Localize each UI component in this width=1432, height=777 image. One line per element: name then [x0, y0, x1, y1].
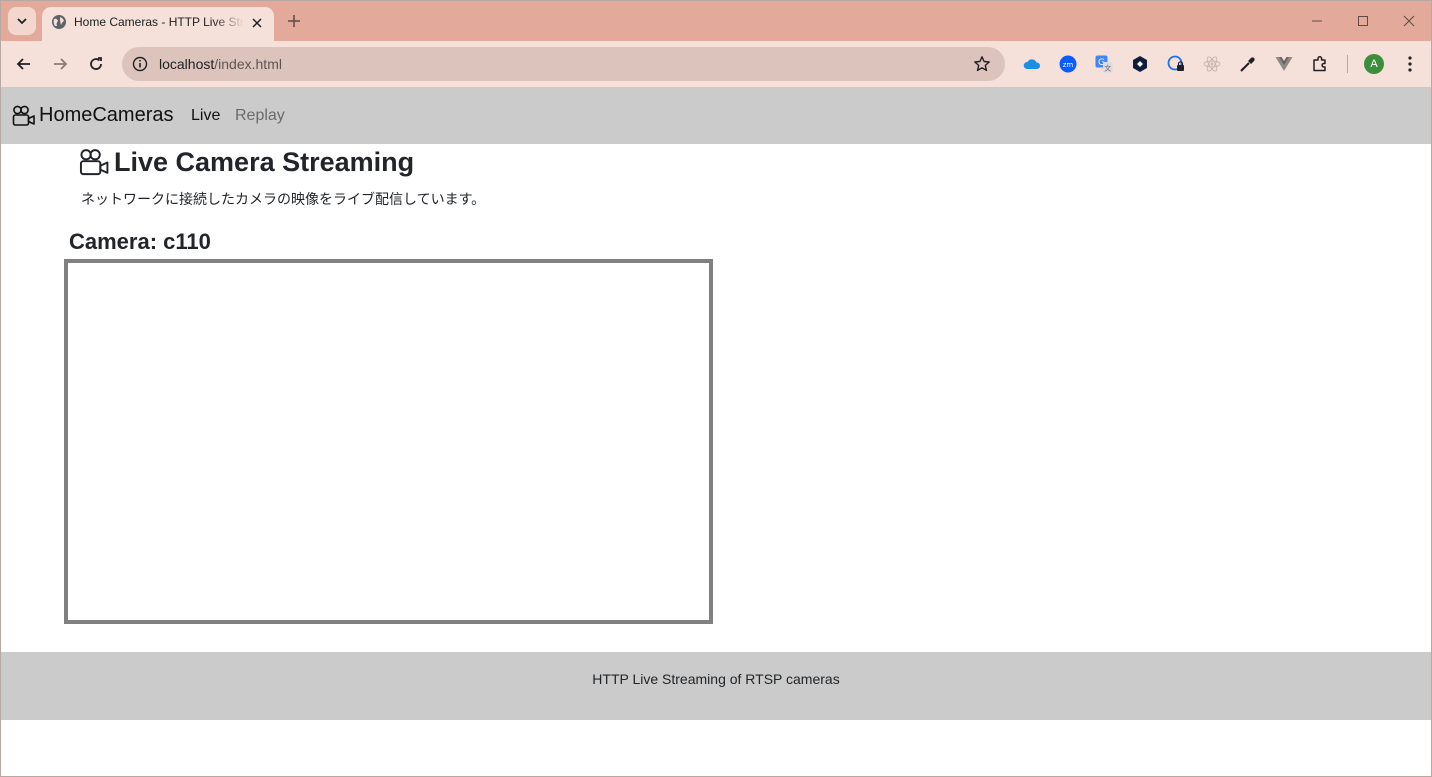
- back-button[interactable]: [12, 52, 36, 76]
- page-description: ネットワークに接続したカメラの映像をライブ配信しています。: [81, 191, 486, 207]
- site-info-icon[interactable]: [130, 54, 150, 74]
- address-bar[interactable]: localhost/index.html: [122, 47, 1005, 81]
- globe-icon: [52, 15, 66, 29]
- cloud-icon[interactable]: [1022, 54, 1042, 74]
- maximize-icon: [1358, 16, 1368, 26]
- svg-text:文: 文: [1104, 64, 1111, 73]
- camera-title: Camera: c110: [69, 229, 211, 254]
- brand-link[interactable]: HomeCameras: [12, 104, 173, 127]
- profile-avatar[interactable]: A: [1364, 54, 1384, 74]
- tab-close-button[interactable]: [248, 14, 266, 32]
- lock-ring-icon[interactable]: [1166, 54, 1186, 74]
- reload-button[interactable]: [84, 52, 108, 76]
- translate-icon[interactable]: G文: [1094, 54, 1114, 74]
- footer-text: HTTP Live Streaming of RTSP cameras: [592, 671, 840, 687]
- nav-link-live[interactable]: Live: [191, 107, 220, 125]
- url-text: localhost/index.html: [159, 56, 282, 72]
- zoom-icon[interactable]: zm: [1058, 54, 1078, 74]
- star-icon[interactable]: [973, 55, 991, 73]
- svg-text:zm: zm: [1063, 61, 1074, 69]
- tab-strip: Home Cameras - HTTP Live Streaming: [1, 1, 1431, 41]
- page-title-text: Live Camera Streaming: [114, 147, 415, 177]
- browser-tab[interactable]: Home Cameras - HTTP Live Streaming: [42, 7, 274, 41]
- chevron-down-icon: [17, 18, 27, 25]
- minimize-icon: [1312, 20, 1322, 22]
- react-icon[interactable]: [1202, 54, 1222, 74]
- camera-reels-icon: [12, 105, 35, 126]
- maximize-button[interactable]: [1349, 7, 1377, 35]
- toolbar-separator: [1347, 55, 1348, 73]
- new-tab-button[interactable]: [283, 10, 305, 32]
- plus-icon: [288, 15, 300, 27]
- window-close-button[interactable]: [1395, 7, 1423, 35]
- site-navbar: HomeCameras Live Replay: [1, 88, 1431, 144]
- tab-title: Home Cameras - HTTP Live Streaming: [74, 15, 244, 29]
- close-icon: [1403, 15, 1415, 27]
- camera-reels-icon: [79, 149, 109, 176]
- url-host: localhost: [159, 56, 215, 72]
- vuejs-icon[interactable]: [1274, 54, 1294, 74]
- eyedropper-icon[interactable]: [1238, 54, 1258, 74]
- page-title: Live Camera Streaming: [79, 147, 414, 178]
- site-footer: HTTP Live Streaming of RTSP cameras: [1, 652, 1431, 720]
- arrow-right-icon: [54, 58, 68, 70]
- info-icon: [132, 56, 148, 72]
- forward-button[interactable]: [48, 52, 72, 76]
- camera-video-player[interactable]: [64, 259, 713, 624]
- reload-icon: [90, 57, 102, 70]
- minimize-button[interactable]: [1303, 7, 1331, 35]
- brand-name: HomeCameras: [39, 104, 174, 126]
- hex-icon[interactable]: [1130, 54, 1150, 74]
- close-icon: [252, 18, 262, 28]
- browser-toolbar: localhost/index.html zm G文 A: [1, 41, 1431, 88]
- url-path: /index.html: [214, 56, 282, 72]
- puzzle-icon[interactable]: [1310, 54, 1330, 74]
- tab-search-button[interactable]: [8, 7, 36, 35]
- nav-link-replay[interactable]: Replay: [235, 107, 285, 125]
- arrow-left-icon: [16, 58, 30, 70]
- kebab-menu-icon: [1408, 56, 1412, 72]
- menu-button[interactable]: [1398, 52, 1422, 76]
